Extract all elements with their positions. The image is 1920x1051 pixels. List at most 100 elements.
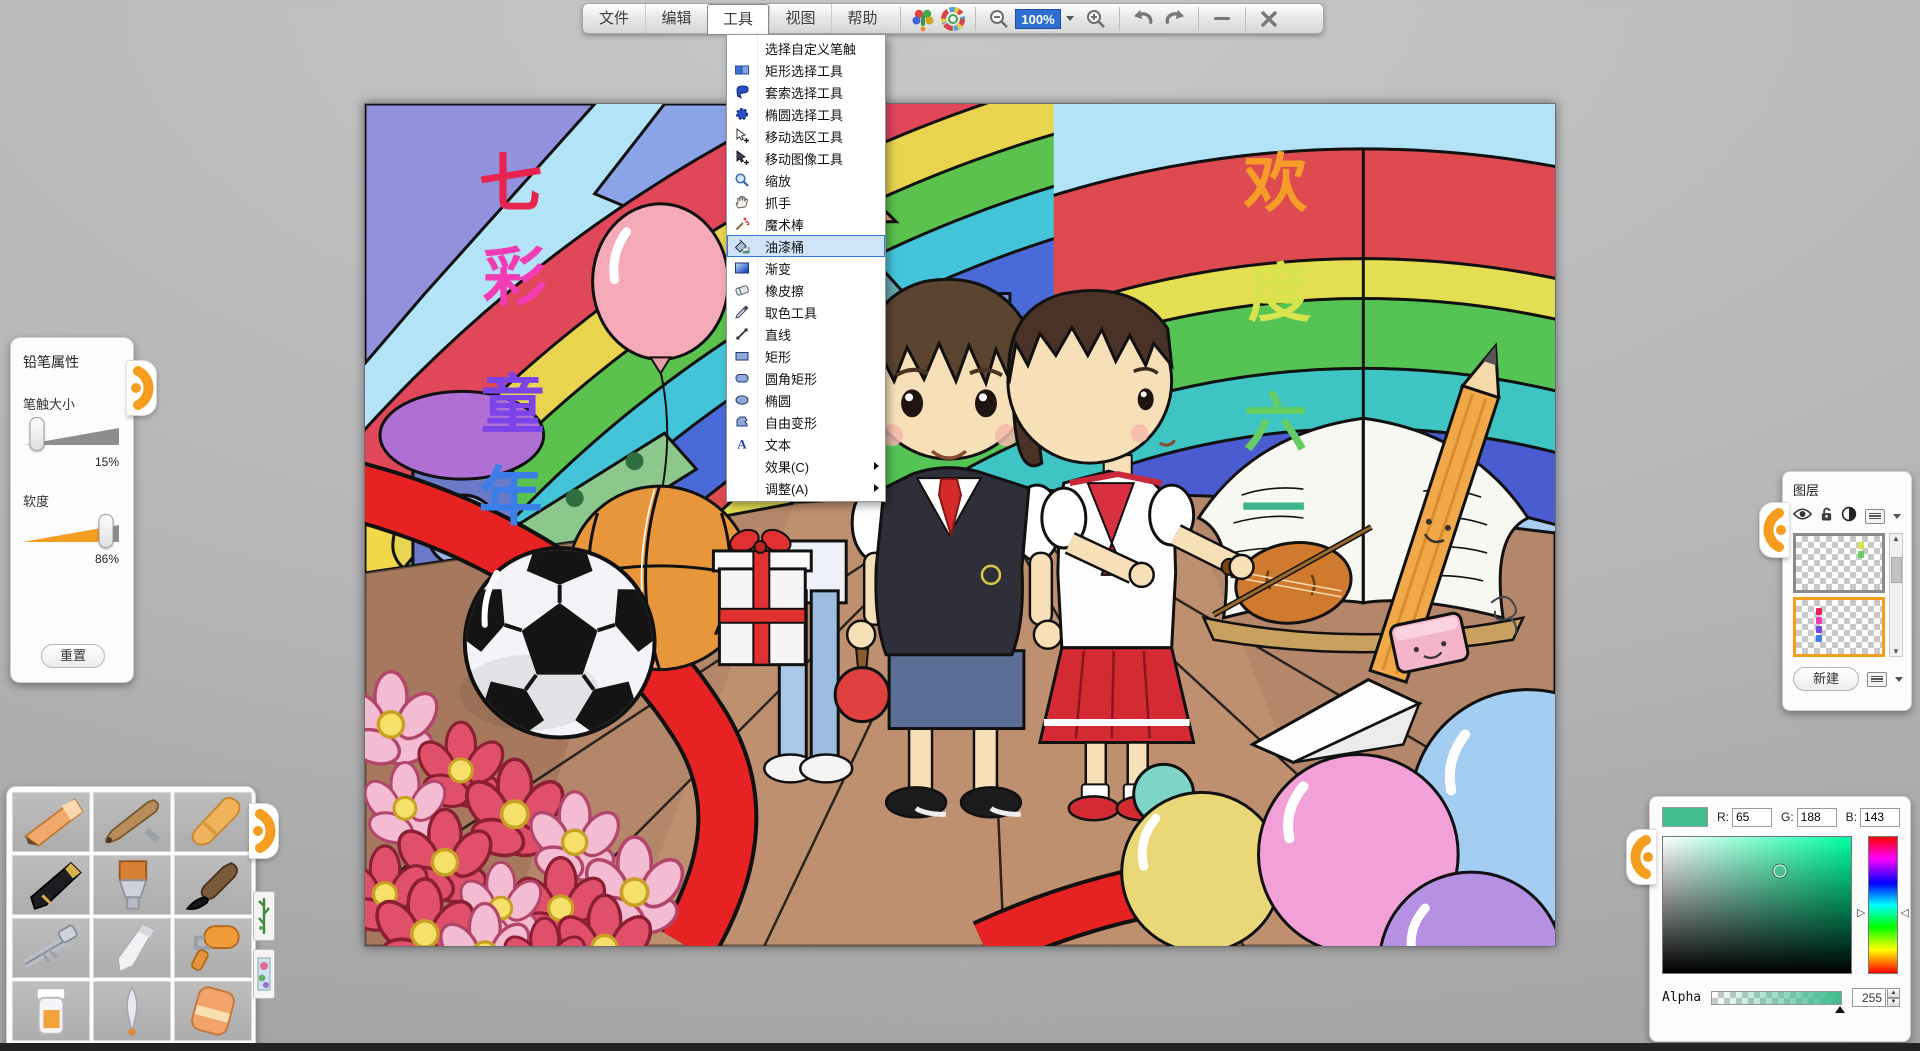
- canvas-artwork[interactable]: 七 彩 童 年 欢 度 六 一: [365, 104, 1555, 946]
- tools-menu-item-18[interactable]: 自由变形: [727, 411, 885, 433]
- layer-lock-icon[interactable]: [1820, 506, 1833, 527]
- drawing-canvas[interactable]: 七 彩 童 年 欢 度 六 一: [364, 103, 1556, 947]
- tools-menu-item-15[interactable]: 矩形: [727, 345, 885, 367]
- menu-edit[interactable]: 编辑: [645, 4, 707, 33]
- tools-menu-item-10[interactable]: 油漆桶: [727, 235, 885, 257]
- menu-file[interactable]: 文件: [583, 4, 645, 33]
- alpha-spin-down[interactable]: ▼: [1887, 998, 1900, 1008]
- brush-airbrush[interactable]: [12, 918, 90, 978]
- layer-menu-caret[interactable]: [1893, 514, 1901, 519]
- layer-item-top[interactable]: [1793, 533, 1885, 593]
- new-layer-button[interactable]: 新建: [1793, 667, 1859, 691]
- reset-button[interactable]: 重置: [41, 644, 105, 668]
- tools-menu-item-label: 取色工具: [757, 303, 817, 322]
- zoom-in-button[interactable]: [1080, 5, 1112, 33]
- b-label: B:: [1846, 810, 1857, 824]
- stamp-brush-set-button[interactable]: [253, 949, 275, 999]
- layer-blend-icon[interactable]: [1841, 506, 1857, 527]
- saturation-value-square[interactable]: [1662, 836, 1852, 974]
- layers-scrollbar[interactable]: ▲ ▼: [1889, 533, 1903, 657]
- layer-visibility-icon[interactable]: [1793, 507, 1812, 525]
- b-input[interactable]: [1860, 808, 1900, 827]
- menu-tools[interactable]: 工具: [707, 4, 769, 35]
- layer-item-bottom[interactable]: [1793, 597, 1885, 657]
- tools-menu-item-13[interactable]: 取色工具: [727, 301, 885, 323]
- sv-cursor[interactable]: [1773, 865, 1786, 878]
- tools-dropdown-menu: 选择自定义笔触矩形选择工具套索选择工具椭圆选择工具移动选区工具移动图像工具缩放抓…: [726, 34, 886, 502]
- zoom-dropdown-caret[interactable]: [1066, 16, 1074, 21]
- close-button[interactable]: [1253, 5, 1285, 33]
- panel-grip[interactable]: [1759, 502, 1789, 558]
- tools-menu-item-8[interactable]: 抓手: [727, 191, 885, 213]
- redo-button[interactable]: [1159, 5, 1191, 33]
- tools-menu-item-label: 矩形选择工具: [757, 61, 843, 80]
- tools-menu-item-12[interactable]: 橡皮擦: [727, 279, 885, 301]
- zoom-out-button[interactable]: [983, 5, 1015, 33]
- tools-menu-item-label: 抓手: [757, 193, 791, 212]
- bamboo-brush-set-button[interactable]: [253, 891, 275, 941]
- layers-options-caret[interactable]: [1895, 677, 1903, 682]
- brush-paint-tube[interactable]: [12, 981, 90, 1041]
- softness-slider[interactable]: [23, 514, 119, 550]
- alpha-marker[interactable]: [1835, 1006, 1845, 1013]
- scroll-up-icon[interactable]: ▲: [1892, 534, 1900, 543]
- brush-ink-brush[interactable]: [174, 855, 252, 915]
- hue-arrow-left[interactable]: ▷: [1857, 908, 1865, 918]
- menu-help[interactable]: 帮助: [831, 4, 893, 33]
- scroll-down-icon[interactable]: ▼: [1892, 647, 1900, 656]
- tools-menu-item-2[interactable]: 矩形选择工具: [727, 59, 885, 81]
- alpha-spin-up[interactable]: ▲: [1887, 988, 1900, 998]
- tools-menu-item-7[interactable]: 缩放: [727, 169, 885, 191]
- brush-size-slider[interactable]: [23, 417, 119, 453]
- tools-menu-item-3[interactable]: 套索选择工具: [727, 81, 885, 103]
- minimize-button[interactable]: [1206, 5, 1238, 33]
- tools-menu-item-label: 调整(A): [757, 479, 808, 498]
- hue-bar[interactable]: [1868, 836, 1898, 974]
- layer-menu-button[interactable]: [1865, 509, 1885, 524]
- layer-content-mark: [1858, 551, 1864, 558]
- tools-menu-item-14[interactable]: 直线: [727, 323, 885, 345]
- tools-menu-item-6[interactable]: 移动图像工具: [727, 147, 885, 169]
- panel-grip[interactable]: [127, 360, 157, 416]
- zoom-level-field[interactable]: 100%: [1015, 9, 1061, 29]
- tools-menu-item-21[interactable]: 调整(A): [727, 477, 885, 499]
- brush-paint-roller[interactable]: [174, 918, 252, 978]
- hue-arrow-right[interactable]: ◁: [1901, 908, 1909, 918]
- scrollbar-thumb[interactable]: [1891, 557, 1902, 583]
- layer-content-mark: [1858, 542, 1864, 549]
- panel-grip[interactable]: [249, 803, 279, 859]
- kids-logo-icon[interactable]: [908, 5, 938, 33]
- layers-options-button[interactable]: [1867, 672, 1887, 687]
- close-icon: [1260, 10, 1278, 28]
- brush-fountain-pen[interactable]: [12, 855, 90, 915]
- brush-size-thumb[interactable]: [30, 417, 45, 451]
- tools-menu-item-19[interactable]: A文本: [727, 433, 885, 455]
- undo-button[interactable]: [1127, 5, 1159, 33]
- layer-content-mark: [1816, 617, 1822, 624]
- menu-view[interactable]: 视图: [769, 4, 831, 33]
- tools-menu-item-16[interactable]: 圆角矩形: [727, 367, 885, 389]
- brush-wood-pencil[interactable]: [93, 792, 171, 852]
- color-wheel-icon[interactable]: [938, 5, 968, 33]
- brush-pencil-tip[interactable]: [12, 792, 90, 852]
- alpha-slider[interactable]: [1711, 991, 1842, 1005]
- softness-thumb[interactable]: [98, 514, 113, 548]
- canvas-text-char: 欢: [1243, 148, 1308, 220]
- brush-crayon[interactable]: [174, 792, 252, 852]
- brush-grid: [12, 792, 250, 1041]
- tools-menu-item-9[interactable]: 魔术棒: [727, 213, 885, 235]
- brush-flat-brush[interactable]: [93, 855, 171, 915]
- panel-grip[interactable]: [1626, 829, 1656, 885]
- tools-menu-item-17[interactable]: 椭圆: [727, 389, 885, 411]
- g-input[interactable]: [1797, 808, 1837, 827]
- r-input[interactable]: [1732, 808, 1772, 827]
- brush-palette-knife[interactable]: [93, 918, 171, 978]
- tools-menu-item-11[interactable]: 渐变: [727, 257, 885, 279]
- alpha-value[interactable]: 255: [1852, 988, 1886, 1007]
- brush-eraser-stick[interactable]: [174, 981, 252, 1041]
- tools-menu-item-5[interactable]: 移动选区工具: [727, 125, 885, 147]
- tools-menu-item-4[interactable]: 椭圆选择工具: [727, 103, 885, 125]
- tools-menu-item-20[interactable]: 效果(C): [727, 455, 885, 477]
- brush-fine-brush[interactable]: [93, 981, 171, 1041]
- tools-menu-item-1[interactable]: 选择自定义笔触: [727, 37, 885, 59]
